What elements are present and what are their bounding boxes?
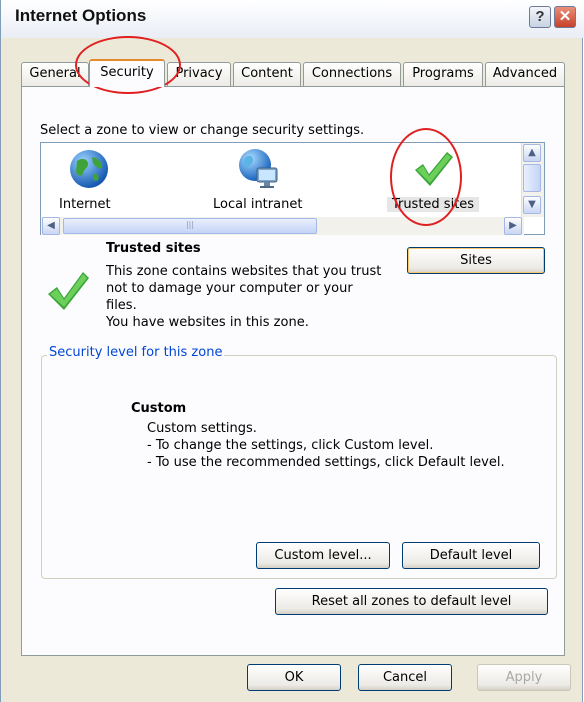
selected-zone-title: Trusted sites [106,241,201,256]
tab-connections[interactable]: Connections [303,62,401,86]
horizontal-scroll-thumb[interactable]: ||| [63,218,317,234]
tab-privacy[interactable]: Privacy [167,62,231,86]
title-bar[interactable]: Internet Options ? ✕ [1,0,584,38]
level-line: - To change the settings, click Custom l… [147,438,434,453]
zone-trusted-sites-label: Trusted sites [387,197,479,212]
tab-content[interactable]: Content [233,62,301,86]
help-button[interactable]: ? [529,6,551,28]
custom-level-button[interactable]: Custom level... [256,542,390,569]
zone-internet-label: Internet [59,197,111,212]
tab-programs[interactable]: Programs [403,62,483,86]
apply-button[interactable]: Apply [477,664,571,691]
tab-security[interactable]: Security [89,59,165,87]
security-level-description: Custom settings. - To change the setting… [147,420,505,471]
zone-horizontal-scrollbar[interactable]: ◀ ||| ▶ [41,217,524,235]
selected-zone-description: This zone contains websites that you tru… [106,263,386,331]
zone-status-text: You have websites in this zone. [106,315,309,330]
tab-advanced[interactable]: Advanced [485,62,565,86]
reset-all-zones-button[interactable]: Reset all zones to default level [275,588,548,615]
zone-vertical-scrollbar[interactable]: ▲ ▼ [521,143,544,217]
checkmark-icon [415,152,453,186]
scroll-left-icon[interactable]: ◀ [42,217,60,235]
sites-button[interactable]: Sites [407,247,545,274]
cancel-button[interactable]: Cancel [358,664,452,691]
scroll-down-icon[interactable]: ▼ [523,196,541,214]
zone-description-text: This zone contains websites that you tru… [106,264,382,313]
ok-button[interactable]: OK [247,664,341,691]
security-level-legend: Security level for this zone [47,345,225,360]
default-level-button[interactable]: Default level [402,542,540,569]
zone-list: Internet Local intranet Trusted sites ▲ [40,142,545,235]
scroll-right-icon[interactable]: ▶ [504,217,522,235]
vertical-scroll-thumb[interactable] [523,164,541,192]
tab-general[interactable]: General [21,62,89,86]
scroll-up-icon[interactable]: ▲ [523,144,541,162]
window-title: Internet Options [15,6,147,25]
large-checkmark-icon [48,272,89,310]
zone-local-intranet-label: Local intranet [213,197,303,212]
security-level-title: Custom [131,401,187,416]
level-line: - To use the recommended settings, click… [147,455,505,470]
internet-options-dialog: Internet Options ? ✕ General Security Pr… [0,0,584,702]
level-line: Custom settings. [147,421,257,436]
network-globe-icon [239,149,278,188]
zone-prompt: Select a zone to view or change security… [40,123,365,138]
close-button[interactable]: ✕ [554,6,576,28]
globe-icon [70,150,108,188]
